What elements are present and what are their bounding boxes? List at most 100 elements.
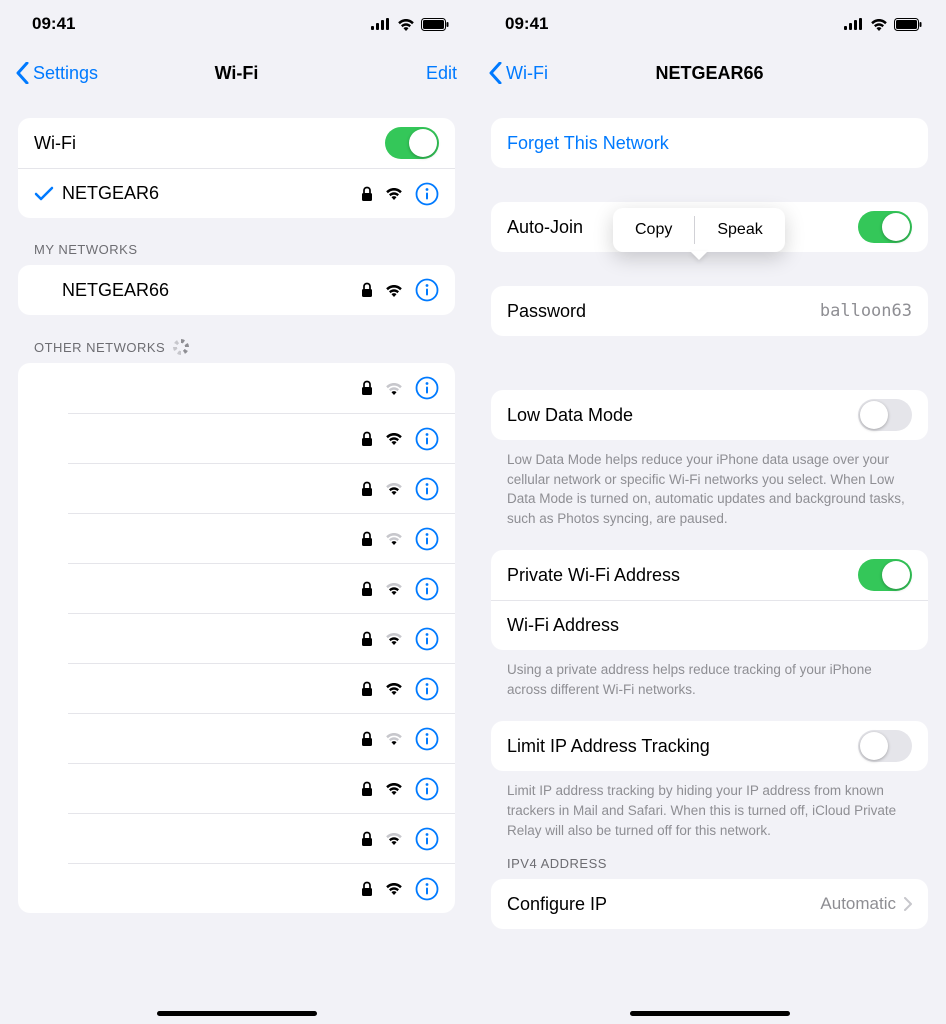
chevron-left-icon [16,62,29,84]
wifi-toggle[interactable] [385,127,439,159]
lock-icon [361,481,373,497]
cellular-icon [371,18,391,30]
private-wifi-footer: Using a private address helps reduce tra… [473,650,946,699]
other-network-row[interactable] [68,713,455,763]
private-wifi-label: Private Wi-Fi Address [507,565,858,586]
wifi-address-label: Wi-Fi Address [507,615,912,636]
wifi-icon [870,18,888,31]
lock-icon [361,282,373,298]
info-icon[interactable] [415,727,439,751]
other-network-row[interactable] [68,613,455,663]
wifi-signal-icon [385,782,403,795]
info-icon[interactable] [415,376,439,400]
other-network-row[interactable] [68,363,455,413]
lock-icon [361,531,373,547]
back-button[interactable]: Settings [16,62,98,84]
lock-icon [361,781,373,797]
limit-ip-tracking-footer: Limit IP address tracking by hiding your… [473,771,946,840]
connected-network-row[interactable]: NETGEAR6 [18,168,455,218]
info-icon[interactable] [415,527,439,551]
other-network-row[interactable] [68,663,455,713]
my-networks-header: MY NETWORKS [0,218,473,265]
speak-button[interactable]: Speak [695,221,784,239]
password-value: balloon63 [820,301,912,321]
context-menu: Copy Speak [613,208,785,252]
wifi-signal-icon [385,682,403,695]
wifi-signal-icon [385,187,403,200]
private-wifi-row[interactable]: Private Wi-Fi Address [491,550,928,600]
lock-icon [361,380,373,396]
limit-ip-tracking-toggle[interactable] [858,730,912,762]
wifi-toggle-row[interactable]: Wi-Fi [18,118,455,168]
lock-icon [361,186,373,202]
my-network-name: NETGEAR66 [62,280,361,301]
spinner-icon [173,339,189,355]
low-data-mode-toggle[interactable] [858,399,912,431]
lock-icon [361,581,373,597]
forget-network-button[interactable]: Forget This Network [491,118,928,168]
ipv4-header: IPV4 ADDRESS [473,840,946,879]
other-networks-list [18,363,455,913]
info-icon[interactable] [415,182,439,206]
battery-icon [421,18,449,31]
limit-ip-tracking-row[interactable]: Limit IP Address Tracking [491,721,928,771]
info-icon[interactable] [415,427,439,451]
other-network-row[interactable] [68,513,455,563]
wifi-signal-icon [385,632,403,645]
network-detail-pane: 09:41 Wi-Fi NETGEAR66 Forget This Networ… [473,0,946,1024]
status-icons [371,18,449,31]
lock-icon [361,431,373,447]
wifi-signal-icon [385,482,403,495]
other-network-row[interactable] [68,413,455,463]
home-indicator[interactable] [630,1011,790,1016]
copy-button[interactable]: Copy [613,221,694,239]
low-data-mode-footer: Low Data Mode helps reduce your iPhone d… [473,440,946,528]
info-icon[interactable] [415,877,439,901]
my-network-row[interactable]: NETGEAR66 [18,265,455,315]
other-network-row[interactable] [68,763,455,813]
configure-ip-label: Configure IP [507,894,820,915]
other-network-row[interactable] [68,463,455,513]
lock-icon [361,731,373,747]
wifi-signal-icon [385,382,403,395]
content: Wi-Fi NETGEAR6 MY NETWORKS NETGEAR66 [0,98,473,1024]
low-data-mode-row[interactable]: Low Data Mode [491,390,928,440]
info-icon[interactable] [415,477,439,501]
info-icon[interactable] [415,677,439,701]
status-bar: 09:41 [473,0,946,48]
password-row[interactable]: Password balloon63 [491,286,928,336]
home-indicator[interactable] [157,1011,317,1016]
lock-icon [361,681,373,697]
info-icon[interactable] [415,777,439,801]
chevron-left-icon [489,62,502,84]
connected-network-name: NETGEAR6 [62,183,361,204]
back-label: Wi-Fi [506,63,548,84]
wifi-settings-pane: 09:41 Settings Wi-Fi Edit Wi-Fi NETGEAR6 [0,0,473,1024]
info-icon[interactable] [415,627,439,651]
private-wifi-toggle[interactable] [858,559,912,591]
info-icon[interactable] [415,577,439,601]
other-network-row[interactable] [68,813,455,863]
configure-ip-value: Automatic [820,894,896,914]
chevron-right-icon [904,897,912,911]
edit-button[interactable]: Edit [426,63,457,84]
cellular-icon [844,18,864,30]
wifi-address-row[interactable]: Wi-Fi Address [491,600,928,650]
other-network-row[interactable] [68,863,455,913]
wifi-signal-icon [385,582,403,595]
lock-icon [361,881,373,897]
auto-join-toggle[interactable] [858,211,912,243]
configure-ip-row[interactable]: Configure IP Automatic [491,879,928,929]
wifi-icon [397,18,415,31]
back-button[interactable]: Wi-Fi [489,62,548,84]
back-label: Settings [33,63,98,84]
wifi-signal-icon [385,532,403,545]
info-icon[interactable] [415,278,439,302]
info-icon[interactable] [415,827,439,851]
wifi-signal-icon [385,882,403,895]
wifi-signal-icon [385,432,403,445]
forget-network-label: Forget This Network [507,133,669,154]
limit-ip-tracking-label: Limit IP Address Tracking [507,736,858,757]
other-network-row[interactable] [68,563,455,613]
wifi-signal-icon [385,832,403,845]
